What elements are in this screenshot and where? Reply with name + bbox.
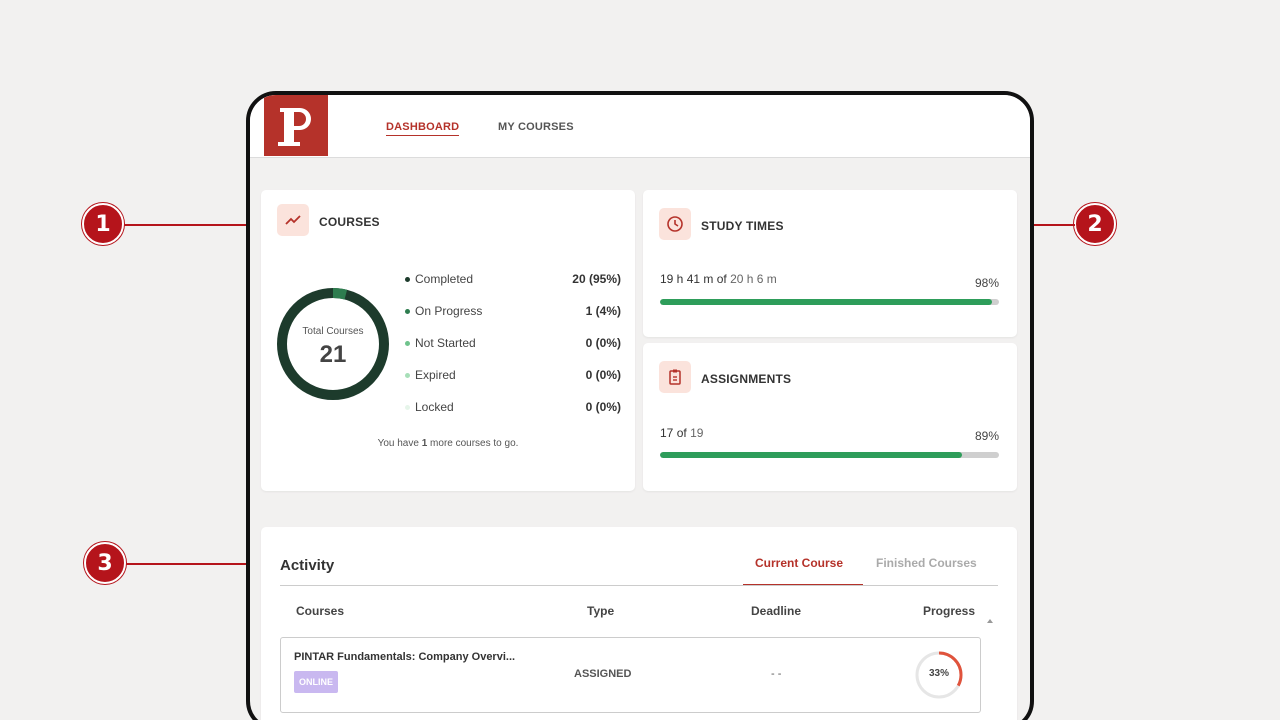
courses-title: COURSES [319,215,380,229]
legend-dot [405,341,410,346]
legend-value: 0 (0%) [585,368,621,382]
clipboard-icon [659,361,691,393]
legend-expired: Expired 0 (0%) [405,368,621,384]
online-badge: ONLINE [294,671,339,693]
legend-label: Not Started [415,336,476,350]
legend-not-started: Not Started 0 (0%) [405,336,621,352]
course-name[interactable]: PINTAR Fundamentals: Company Overvi... [294,651,515,663]
legend-on-progress: On Progress 1 (4%) [405,304,621,320]
callout-1: 1 [82,203,124,245]
callout-2: 2 [1074,203,1116,245]
legend-locked: Locked 0 (0%) [405,400,621,416]
tab-current-course[interactable]: Current Course [755,556,843,570]
study-of: of [716,272,727,286]
callout-3-label: 3 [97,550,113,576]
note-count: 1 [421,438,428,449]
legend-label: Completed [415,272,474,286]
column-progress: Progress [923,604,976,618]
legend-label: On Progress [415,304,483,318]
legend-dot [405,277,410,282]
assignments-card: ASSIGNMENTS 17 of 19 89% [643,343,1017,491]
study-times-card: STUDY TIMES 19 h 41 m of 20 h 6 m 98% [643,190,1017,337]
assignments-total: 19 [690,426,704,440]
device-frame: DASHBOARD MY COURSES COURSES Total Cours… [246,91,1034,720]
tabs-divider [280,585,998,586]
trend-icon [277,204,309,236]
study-done: 19 h 41 m [660,272,714,286]
column-type: Type [587,604,615,618]
logo-p-icon [278,107,311,146]
course-type: ASSIGNED [574,668,632,680]
scrollbar-up-arrow[interactable] [987,619,993,623]
course-deadline: - - [771,668,782,680]
assignments-percent: 89% [974,429,999,443]
clock-icon [659,208,691,240]
study-times-summary: 19 h 41 m of 20 h 6 m [660,272,777,286]
assignments-progress-bar [660,452,999,458]
courses-card: COURSES Total Courses 21 Completed 20 (9… [261,190,635,491]
courses-remaining-note: You have 1 more courses to go. [261,438,635,449]
study-times-progress-fill [660,299,993,305]
legend-completed: Completed 20 (95%) [405,272,621,288]
study-times-progress-bar [660,299,999,305]
legend-value: 20 (95%) [572,272,621,286]
course-progress-value: 33% [928,668,949,679]
callout-1-label: 1 [95,211,111,237]
assignments-title: ASSIGNMENTS [701,372,792,386]
assignments-done: 17 [660,426,674,440]
callout-3-line [126,563,266,565]
study-times-title: STUDY TIMES [701,219,784,233]
nav-dashboard[interactable]: DASHBOARD [386,121,460,136]
note-suffix: more courses to go. [430,438,519,449]
activity-title: Activity [280,557,335,574]
callout-3: 3 [84,542,126,584]
legend-value: 0 (0%) [585,336,621,350]
top-navigation-bar: DASHBOARD MY COURSES [250,95,1030,158]
legend-value: 1 (4%) [585,304,621,318]
note-prefix: You have [377,438,419,449]
legend-label: Expired [415,368,456,382]
assignments-of: of [676,426,687,440]
assignments-summary: 17 of 19 [660,426,703,440]
study-times-percent: 98% [974,276,999,290]
brand-logo[interactable] [264,95,328,156]
callout-2-label: 2 [1087,211,1103,237]
column-courses: Courses [296,604,345,618]
study-total: 20 h 6 m [730,272,777,286]
legend-dot [405,405,410,410]
tab-finished-courses[interactable]: Finished Courses [876,556,977,570]
total-courses-value: 21 [319,341,347,368]
legend-label: Locked [415,400,454,414]
column-deadline: Deadline [751,604,802,618]
nav-my-courses[interactable]: MY COURSES [498,121,574,133]
legend-dot [405,373,410,378]
total-courses-label: Total Courses [302,326,364,337]
legend-dot [405,309,410,314]
activity-card: Activity Current Course Finished Courses… [261,527,1017,720]
table-row[interactable]: PINTAR Fundamentals: Company Overvi... O… [280,637,981,713]
legend-value: 0 (0%) [585,400,621,414]
assignments-progress-fill [660,452,962,458]
